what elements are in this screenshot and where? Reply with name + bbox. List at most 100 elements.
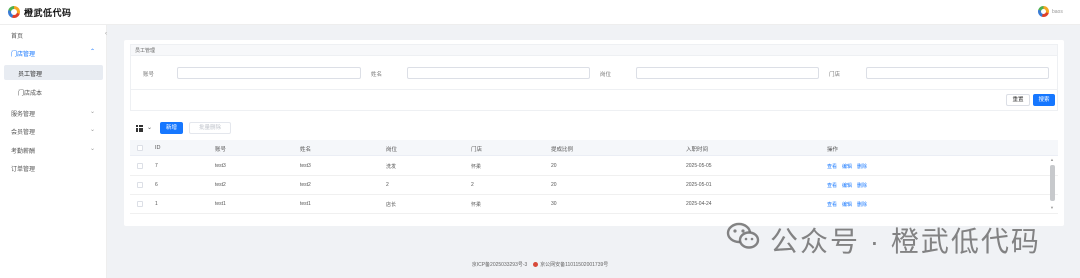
brand-title: 橙武低代码 xyxy=(24,8,72,18)
search-actions: 重置 搜索 xyxy=(130,90,1058,111)
column-header: 入职时间 xyxy=(686,147,709,153)
position-input[interactable] xyxy=(636,67,819,79)
sidebar-item-store-cost[interactable]: 门店成本 xyxy=(0,84,106,99)
page-footer: 京ICP备2025033293号-3 京公网安备11011502001739号 xyxy=(0,261,1080,268)
cell-commission: 20 xyxy=(551,163,557,169)
cell-store: 2 xyxy=(471,182,474,188)
cell-id: 7 xyxy=(155,163,158,169)
grid-icon[interactable] xyxy=(136,125,143,132)
sidebar-item-home[interactable]: 首页 xyxy=(0,27,106,42)
edit-link[interactable]: 编辑 xyxy=(842,182,852,189)
column-header: 操作 xyxy=(827,147,839,153)
sidebar-item-order-management[interactable]: 订单管理 xyxy=(0,160,106,175)
scroll-thumb[interactable] xyxy=(1050,165,1055,201)
cell-hire-date: 2025-05-01 xyxy=(686,182,712,188)
logo-icon xyxy=(8,6,20,18)
cell-hire-date: 2025-05-05 xyxy=(686,163,712,169)
cell-position: 2 xyxy=(386,182,389,188)
table-row: 7 test3 test3 洗发 怀柔 20 2025-05-05 查看 编辑 … xyxy=(130,157,1058,176)
table-scrollbar[interactable]: ▲ ▼ xyxy=(1050,157,1055,213)
delete-link[interactable]: 删除 xyxy=(857,201,867,208)
page-title: 员工管理 xyxy=(135,48,156,54)
cell-store: 怀柔 xyxy=(471,202,482,208)
cell-account: test2 xyxy=(215,182,226,188)
cell-commission: 30 xyxy=(551,201,557,207)
row-checkbox[interactable] xyxy=(137,182,143,188)
sidebar-item-label: 服务管理 xyxy=(11,112,36,118)
position-label: 岗位 xyxy=(600,72,612,78)
cell-position: 洗发 xyxy=(386,164,397,170)
column-header: 岗位 xyxy=(386,147,398,153)
cell-position: 店长 xyxy=(386,202,397,208)
sidebar-item-label: 考勤薪酬 xyxy=(11,149,36,155)
store-input[interactable] xyxy=(866,67,1049,79)
cell-name: test3 xyxy=(300,163,311,169)
icp-link[interactable]: 京ICP备2025033293号-3 xyxy=(472,262,528,268)
column-header: 账号 xyxy=(215,147,227,153)
delete-link[interactable]: 删除 xyxy=(857,182,867,189)
table-row: 6 test2 test2 2 2 20 2025-05-01 查看 编辑 删除 xyxy=(130,176,1058,195)
main-content: 员工管理 账号 姓名 岗位 门店 重置 搜索 ⌄ 新增 批量删除 ID 账号 姓… xyxy=(124,40,1064,226)
account-input[interactable] xyxy=(177,67,361,79)
table-row: 1 test1 test1 店长 怀柔 30 2025-04-24 查看 编辑 … xyxy=(130,195,1058,214)
search-form: 账号 姓名 岗位 门店 xyxy=(130,56,1058,90)
column-header: 门店 xyxy=(471,147,483,153)
top-header: 橙武低代码 baos xyxy=(0,0,1080,25)
cell-id: 1 xyxy=(155,201,158,207)
cell-id: 6 xyxy=(155,182,158,188)
edit-link[interactable]: 编辑 xyxy=(842,163,852,170)
sidebar-item-member-management[interactable]: 会员管理 ⌄ xyxy=(0,123,106,138)
police-record-link[interactable]: 京公网安备11011502001739号 xyxy=(540,262,608,268)
reset-button[interactable]: 重置 xyxy=(1006,94,1030,106)
view-link[interactable]: 查看 xyxy=(827,163,837,170)
name-input[interactable] xyxy=(407,67,590,79)
view-link[interactable]: 查看 xyxy=(827,201,837,208)
collapse-sidebar-icon[interactable]: ‹ xyxy=(105,31,107,37)
cell-account: test1 xyxy=(215,201,226,207)
chevron-down-icon[interactable]: ⌄ xyxy=(147,124,152,131)
sidebar-item-label: 订单管理 xyxy=(11,167,36,173)
chevron-down-icon: ⌄ xyxy=(90,127,96,133)
select-all-checkbox[interactable] xyxy=(137,145,143,151)
sidebar-item-store-management[interactable]: 门店管理 ⌃ xyxy=(0,45,106,60)
watermark: 公众号 · 橙武低代码 xyxy=(726,218,1056,257)
cell-account: test3 xyxy=(215,163,226,169)
chevron-up-icon: ⌃ xyxy=(90,49,96,55)
delete-link[interactable]: 删除 xyxy=(857,163,867,170)
sidebar-item-label: 门店成本 xyxy=(18,91,43,97)
sidebar-item-label: 门店管理 xyxy=(11,52,36,58)
scroll-up-icon[interactable]: ▲ xyxy=(1050,157,1054,162)
edit-link[interactable]: 编辑 xyxy=(842,201,852,208)
search-button[interactable]: 搜索 xyxy=(1033,94,1055,106)
cell-store: 怀柔 xyxy=(471,164,482,170)
table-header: ID 账号 姓名 岗位 门店 提成比例 入职时间 操作 xyxy=(130,140,1058,156)
user-avatar[interactable] xyxy=(1038,6,1049,17)
sidebar: 首页 门店管理 ⌃ 员工管理 门店成本 服务管理 ⌄ 会员管理 ⌄ 考勤薪酬 ⌄… xyxy=(0,25,107,278)
chevron-down-icon: ⌄ xyxy=(90,146,96,152)
cell-commission: 20 xyxy=(551,182,557,188)
view-link[interactable]: 查看 xyxy=(827,182,837,189)
sidebar-item-employee-management[interactable]: 员工管理 xyxy=(4,65,103,80)
sidebar-item-label: 首页 xyxy=(11,34,24,40)
chevron-down-icon: ⌄ xyxy=(90,109,96,115)
sidebar-item-attendance-payroll[interactable]: 考勤薪酬 ⌄ xyxy=(0,142,106,157)
add-button[interactable]: 新增 xyxy=(160,122,183,134)
store-label: 门店 xyxy=(829,72,841,78)
row-checkbox[interactable] xyxy=(137,201,143,207)
column-header: 提成比例 xyxy=(551,147,574,153)
sidebar-item-label: 员工管理 xyxy=(18,72,43,78)
watermark-text: 公众号 · 橙武低代码 xyxy=(770,226,1041,257)
column-header: ID xyxy=(155,145,161,151)
name-label: 姓名 xyxy=(371,72,383,78)
column-header: 姓名 xyxy=(300,147,312,153)
sidebar-item-service-management[interactable]: 服务管理 ⌄ xyxy=(0,105,106,120)
cell-name: test2 xyxy=(300,182,311,188)
account-label: 账号 xyxy=(143,72,155,78)
batch-delete-button[interactable]: 批量删除 xyxy=(189,122,231,134)
cell-hire-date: 2025-04-24 xyxy=(686,201,712,207)
police-badge-icon xyxy=(532,262,538,267)
scroll-down-icon[interactable]: ▼ xyxy=(1050,205,1054,210)
sidebar-item-label: 会员管理 xyxy=(11,130,36,136)
username[interactable]: baos xyxy=(1052,9,1063,15)
row-checkbox[interactable] xyxy=(137,163,143,169)
